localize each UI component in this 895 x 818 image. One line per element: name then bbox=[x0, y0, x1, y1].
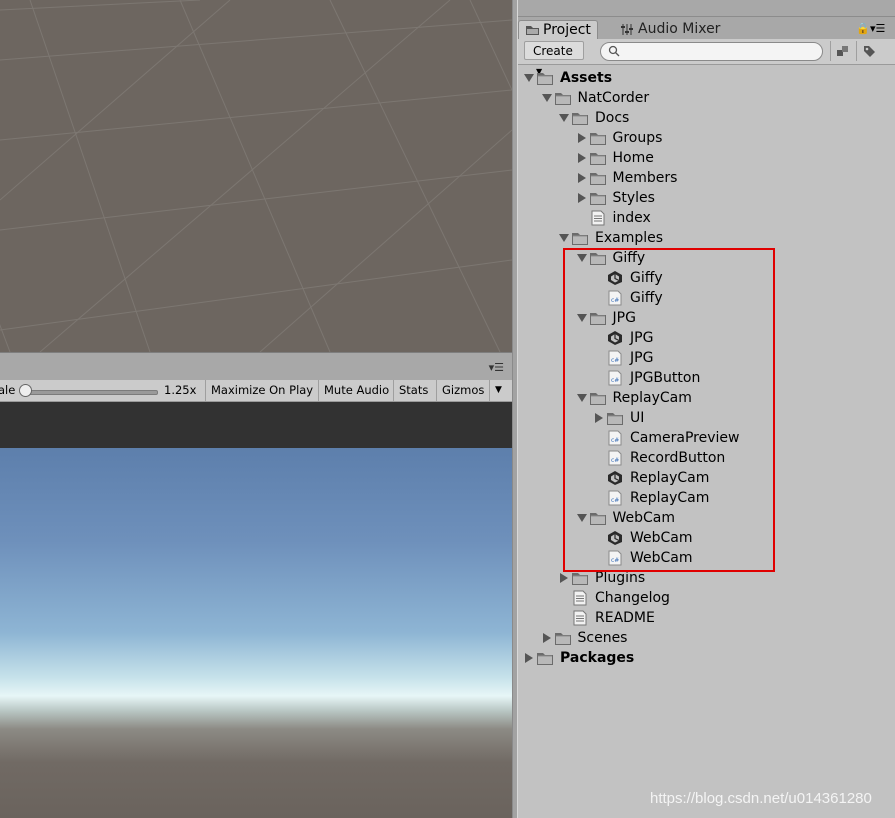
text-file-icon bbox=[591, 210, 604, 226]
tree-item-label: Examples bbox=[595, 230, 664, 246]
search-icon bbox=[608, 45, 620, 57]
create-button[interactable]: Create ▼ bbox=[524, 41, 584, 76]
tree-item-label: Members bbox=[612, 170, 678, 186]
tree-folder-row[interactable]: Home bbox=[518, 148, 895, 168]
panel-menu-icon[interactable]: ▾☰ bbox=[870, 22, 885, 35]
collapsed-arrow-icon[interactable] bbox=[577, 173, 587, 183]
tree-folder-row[interactable]: Groups bbox=[518, 128, 895, 148]
collapsed-arrow-icon[interactable] bbox=[559, 573, 569, 583]
panel-menu-icon[interactable]: ▾☰ bbox=[489, 361, 504, 374]
tag-icon bbox=[864, 46, 875, 57]
tree-item-label: Assets bbox=[560, 70, 613, 86]
collapsed-arrow-icon[interactable] bbox=[524, 653, 534, 663]
folder-icon bbox=[589, 193, 606, 205]
filter-by-label-button[interactable] bbox=[856, 41, 879, 61]
folder-icon bbox=[526, 26, 539, 35]
tree-folder-row[interactable]: Packages bbox=[518, 648, 895, 668]
scene-grid bbox=[0, 0, 512, 352]
expanded-arrow-icon[interactable] bbox=[524, 73, 534, 83]
project-tab-strip: Project Audio Mixer 🔒 ▾☰ bbox=[518, 17, 895, 40]
panel-top-bar bbox=[518, 0, 895, 17]
tree-asset-row[interactable]: index bbox=[518, 208, 895, 228]
annotation-highlight-box bbox=[563, 248, 775, 572]
tree-folder-row[interactable]: Assets bbox=[518, 68, 895, 88]
tree-item-label: README bbox=[595, 610, 655, 626]
tree-item-label: Home bbox=[612, 150, 654, 166]
tree-folder-row[interactable]: Docs bbox=[518, 108, 895, 128]
collapsed-arrow-icon[interactable] bbox=[577, 193, 587, 203]
filter-type-icon bbox=[837, 46, 848, 56]
stats-toggle[interactable]: Stats bbox=[393, 380, 433, 401]
search-input[interactable] bbox=[600, 42, 823, 61]
expanded-arrow-icon[interactable] bbox=[559, 233, 569, 243]
text-file-icon bbox=[573, 590, 587, 606]
tree-item-label: Scenes bbox=[577, 630, 628, 646]
folder-icon bbox=[554, 633, 571, 645]
mixer-icon bbox=[621, 24, 633, 35]
lock-icon[interactable]: 🔒 bbox=[856, 22, 870, 35]
folder-icon bbox=[537, 73, 553, 85]
filter-by-type-button[interactable] bbox=[830, 41, 853, 61]
tree-item-label: Styles bbox=[612, 190, 655, 206]
expanded-arrow-icon[interactable] bbox=[541, 93, 552, 103]
tree-item-label: Changelog bbox=[595, 590, 670, 606]
tree-folder-row[interactable]: Members bbox=[518, 168, 895, 188]
tree-folder-row[interactable]: NatCorder bbox=[518, 88, 895, 108]
tree-item-label: index bbox=[612, 210, 651, 226]
tree-asset-row[interactable]: README bbox=[518, 608, 895, 628]
scale-slider[interactable] bbox=[22, 390, 158, 395]
tab-project[interactable]: Project bbox=[518, 20, 598, 40]
folder-icon bbox=[589, 153, 606, 165]
tree-item-label: Docs bbox=[595, 110, 630, 126]
folder-icon bbox=[589, 133, 606, 145]
game-tab-row: ▾☰ bbox=[0, 357, 512, 380]
tree-folder-row[interactable]: Examples bbox=[518, 228, 895, 248]
expanded-arrow-icon[interactable] bbox=[559, 113, 569, 123]
tab-audio-mixer[interactable]: Audio Mixer bbox=[614, 20, 726, 39]
tab-audio-mixer-label: Audio Mixer bbox=[638, 21, 721, 37]
game-letterbox bbox=[0, 402, 512, 448]
tree-folder-row[interactable]: Styles bbox=[518, 188, 895, 208]
folder-icon bbox=[537, 653, 553, 665]
folder-icon bbox=[554, 93, 571, 105]
tab-project-label: Project bbox=[543, 22, 591, 38]
game-viewport[interactable] bbox=[0, 448, 512, 818]
collapsed-arrow-icon[interactable] bbox=[577, 153, 587, 163]
watermark: https://blog.csdn.net/u014361280 bbox=[650, 790, 872, 807]
folder-icon bbox=[572, 233, 588, 245]
tree-item-label: Packages bbox=[560, 650, 635, 666]
mute-audio-toggle[interactable]: Mute Audio bbox=[318, 380, 394, 401]
project-toolbar: Create ▼ bbox=[518, 39, 895, 76]
text-file-icon bbox=[573, 610, 587, 626]
game-toolbar: ale 1.25x Maximize On Play Mute Audio St… bbox=[0, 380, 512, 402]
folder-icon bbox=[572, 573, 588, 585]
collapsed-arrow-icon[interactable] bbox=[542, 633, 552, 643]
gizmos-dropdown-icon[interactable]: ▼ bbox=[489, 380, 508, 401]
tree-asset-row[interactable]: Changelog bbox=[518, 588, 895, 608]
create-button-label: Create bbox=[533, 44, 573, 58]
folder-icon bbox=[589, 173, 606, 185]
scale-slider-handle[interactable] bbox=[19, 384, 32, 397]
tree-folder-row[interactable]: Scenes bbox=[518, 628, 895, 648]
scale-label: ale bbox=[0, 383, 16, 397]
tree-item-label: NatCorder bbox=[577, 90, 650, 106]
folder-icon bbox=[572, 113, 588, 125]
scale-value: 1.25x bbox=[164, 383, 197, 397]
gizmos-toggle[interactable]: Gizmos bbox=[436, 380, 497, 401]
tree-item-label: Groups bbox=[612, 130, 663, 146]
scene-view[interactable] bbox=[0, 0, 512, 352]
collapsed-arrow-icon[interactable] bbox=[577, 133, 587, 143]
maximize-on-play-toggle[interactable]: Maximize On Play bbox=[205, 380, 318, 401]
